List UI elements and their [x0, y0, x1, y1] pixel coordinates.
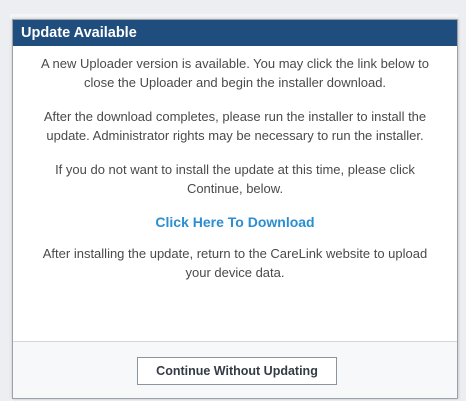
dialog-body: A new Uploader version is available. You…: [13, 46, 457, 282]
dialog-footer: Continue Without Updating: [13, 342, 457, 398]
update-dialog: Update Available A new Uploader version …: [12, 19, 458, 399]
continue-without-updating-button[interactable]: Continue Without Updating: [137, 357, 337, 385]
background-top-strip: [0, 0, 466, 14]
download-link[interactable]: Click Here To Download: [29, 213, 441, 232]
continue-instructions: If you do not want to install the update…: [55, 162, 415, 196]
dialog-title: Update Available: [13, 20, 457, 46]
background-left-strip: [0, 14, 10, 401]
after-install-message: After installing the update, return to t…: [42, 246, 428, 280]
intro-message: A new Uploader version is available. You…: [40, 56, 430, 90]
install-instructions: After the download completes, please run…: [43, 109, 427, 143]
background-right-strip: [458, 14, 466, 401]
